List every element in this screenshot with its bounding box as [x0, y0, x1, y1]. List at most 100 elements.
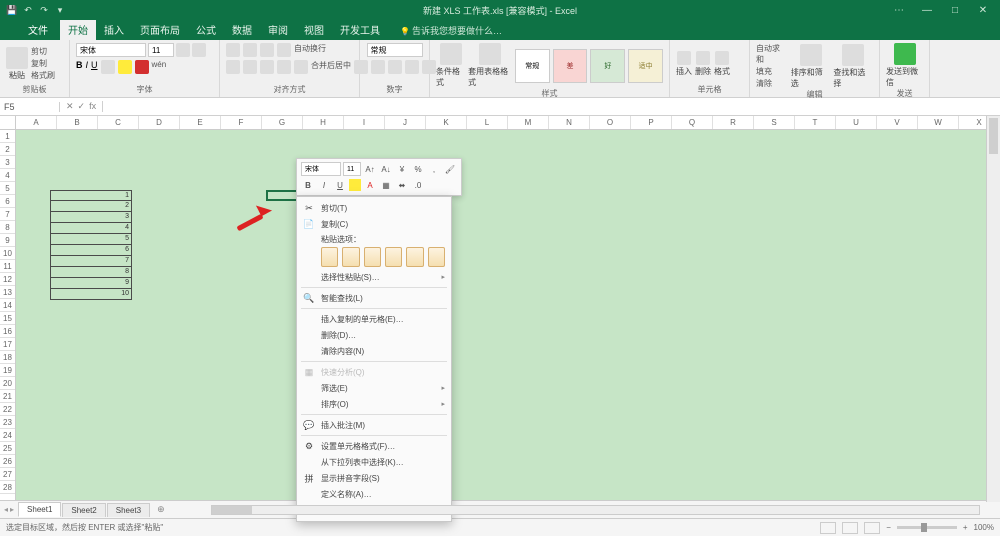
- row-header[interactable]: 3: [0, 156, 15, 169]
- data-cell[interactable]: 5: [50, 234, 132, 245]
- select-all-corner[interactable]: [0, 116, 15, 130]
- sheet-nav-prev-icon[interactable]: ◂: [4, 505, 8, 514]
- column-header[interactable]: R: [713, 116, 754, 129]
- ribbon-options-icon[interactable]: ⋯: [886, 2, 912, 18]
- row-header[interactable]: 9: [0, 234, 15, 247]
- number-format-select[interactable]: 常规: [367, 43, 423, 57]
- column-header[interactable]: I: [344, 116, 385, 129]
- mini-increase-font-icon[interactable]: A↑: [363, 162, 377, 176]
- data-cell[interactable]: 3: [50, 212, 132, 223]
- zoom-in-icon[interactable]: +: [963, 523, 968, 532]
- paste-button[interactable]: 粘贴: [6, 47, 28, 81]
- column-header[interactable]: P: [631, 116, 672, 129]
- column-header[interactable]: H: [303, 116, 344, 129]
- comma-icon[interactable]: [388, 60, 402, 74]
- view-page-break-icon[interactable]: [864, 522, 880, 534]
- mini-fill-color-icon[interactable]: [349, 179, 361, 191]
- row-header[interactable]: 20: [0, 377, 15, 390]
- row-header[interactable]: 17: [0, 338, 15, 351]
- row-header[interactable]: 11: [0, 260, 15, 273]
- style-normal[interactable]: 常规: [515, 49, 550, 83]
- cells-area[interactable]: 12345678910 宋体 11 A↑ A↓ ¥ % , 🖌 B: [16, 130, 1000, 500]
- save-icon[interactable]: 💾: [6, 4, 18, 16]
- format-as-table-button[interactable]: 套用表格格式: [468, 43, 512, 88]
- cancel-icon[interactable]: ✕: [66, 101, 74, 112]
- mini-merge-icon[interactable]: ⬌: [395, 178, 409, 192]
- mini-percent-icon[interactable]: %: [411, 162, 425, 176]
- underline-button[interactable]: U: [91, 60, 98, 74]
- font-family-select[interactable]: 宋体: [76, 43, 146, 57]
- row-header[interactable]: 1: [0, 130, 15, 143]
- increase-decimal-icon[interactable]: [405, 60, 419, 74]
- sheet-nav-next-icon[interactable]: ▸: [10, 505, 14, 514]
- row-header[interactable]: 10: [0, 247, 15, 260]
- add-sheet-icon[interactable]: ⊕: [151, 504, 171, 515]
- enter-icon[interactable]: ✓: [78, 101, 86, 112]
- mini-decrease-font-icon[interactable]: A↓: [379, 162, 393, 176]
- align-right-icon[interactable]: [260, 60, 274, 74]
- delete-cells-button[interactable]: 删除: [695, 51, 711, 77]
- row-header[interactable]: 16: [0, 325, 15, 338]
- ctx-cut[interactable]: ✂剪切(T): [297, 200, 451, 216]
- autosum-button[interactable]: 自动求和: [756, 43, 788, 65]
- row-header[interactable]: 28: [0, 481, 15, 494]
- ctx-pinyin[interactable]: 拼显示拼音字段(S): [297, 470, 451, 486]
- ctx-insert-comment[interactable]: 💬插入批注(M): [297, 417, 451, 433]
- orientation-icon[interactable]: [277, 43, 291, 57]
- copy-button[interactable]: 复制: [31, 58, 47, 69]
- mini-font-color-icon[interactable]: A: [363, 178, 377, 192]
- column-header[interactable]: E: [180, 116, 221, 129]
- row-header[interactable]: 19: [0, 364, 15, 377]
- paste-keep-source-icon[interactable]: [321, 247, 338, 267]
- pinyin-button[interactable]: wén: [152, 60, 167, 74]
- italic-button[interactable]: I: [86, 60, 89, 74]
- tab-file[interactable]: 文件: [20, 19, 56, 40]
- zoom-slider[interactable]: [897, 526, 957, 529]
- column-header[interactable]: L: [467, 116, 508, 129]
- tell-me-search[interactable]: 告诉我您想要做什么…: [388, 21, 510, 40]
- ctx-paste-special[interactable]: 选择性粘贴(S)…▸: [297, 269, 451, 285]
- row-header[interactable]: 2: [0, 143, 15, 156]
- tab-home[interactable]: 开始: [60, 19, 96, 40]
- align-middle-icon[interactable]: [243, 43, 257, 57]
- row-header[interactable]: 5: [0, 182, 15, 195]
- paste-no-border-icon[interactable]: [406, 247, 423, 267]
- row-header[interactable]: 21: [0, 390, 15, 403]
- column-header[interactable]: N: [549, 116, 590, 129]
- view-page-layout-icon[interactable]: [842, 522, 858, 534]
- row-header[interactable]: 24: [0, 429, 15, 442]
- percent-icon[interactable]: [371, 60, 385, 74]
- column-header[interactable]: U: [836, 116, 877, 129]
- qat-more-icon[interactable]: ▾: [54, 4, 66, 16]
- ctx-sort[interactable]: 排序(O)▸: [297, 396, 451, 412]
- ctx-insert-copied[interactable]: 插入复制的单元格(E)…: [297, 311, 451, 327]
- row-header[interactable]: 23: [0, 416, 15, 429]
- ctx-define-name[interactable]: 定义名称(A)…: [297, 486, 451, 502]
- data-cell[interactable]: 6: [50, 245, 132, 256]
- fx-icon[interactable]: fx: [89, 101, 96, 112]
- ctx-pick-list[interactable]: 从下拉列表中选择(K)…: [297, 454, 451, 470]
- fill-color-icon[interactable]: [118, 60, 132, 74]
- find-select-button[interactable]: 查找和选择: [833, 44, 873, 89]
- row-header[interactable]: 13: [0, 286, 15, 299]
- row-header[interactable]: 6: [0, 195, 15, 208]
- style-good[interactable]: 好: [590, 49, 625, 83]
- format-painter-button[interactable]: 格式刷: [31, 70, 55, 81]
- merge-center-button[interactable]: 合并后居中: [311, 60, 351, 74]
- tab-insert[interactable]: 插入: [96, 19, 132, 40]
- column-header[interactable]: G: [262, 116, 303, 129]
- indent-decrease-icon[interactable]: [277, 60, 291, 74]
- minimize-icon[interactable]: —: [914, 2, 940, 18]
- column-header[interactable]: B: [57, 116, 98, 129]
- border-icon[interactable]: [101, 60, 115, 74]
- row-header[interactable]: 25: [0, 442, 15, 455]
- mini-comma-icon[interactable]: ,: [427, 162, 441, 176]
- data-cell[interactable]: 10: [50, 289, 132, 300]
- row-header[interactable]: 4: [0, 169, 15, 182]
- name-box[interactable]: F5: [0, 102, 60, 112]
- row-header[interactable]: 18: [0, 351, 15, 364]
- column-header[interactable]: W: [918, 116, 959, 129]
- data-cell[interactable]: 7: [50, 256, 132, 267]
- align-top-icon[interactable]: [226, 43, 240, 57]
- data-cell[interactable]: 2: [50, 201, 132, 212]
